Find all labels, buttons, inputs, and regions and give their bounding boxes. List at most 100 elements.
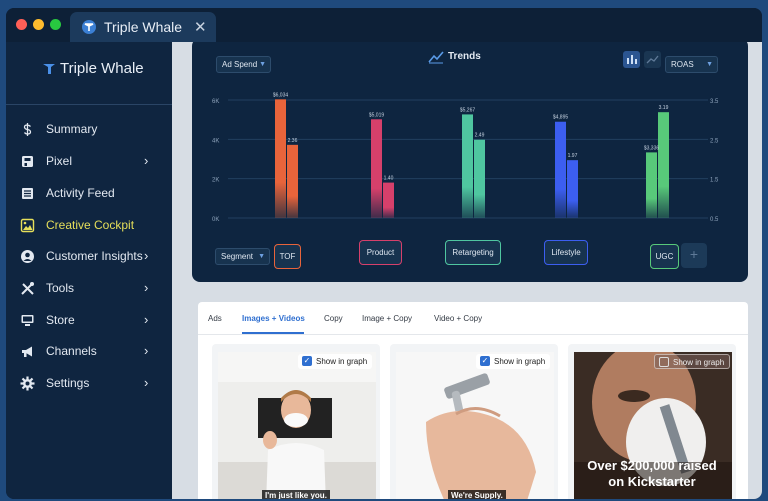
sidebar-item-pixel[interactable]: Pixel › (6, 148, 172, 176)
show-in-graph-label: Show in graph (316, 357, 368, 366)
maximize-window-button[interactable] (50, 19, 61, 30)
segment-button-ugc[interactable]: UGC (650, 244, 679, 269)
main-content: Ad Spend ▼ Trends ROAS ▼ 6K 3.5 4K 2.5 2… (172, 42, 762, 499)
sidebar-item-label: Creative Cockpit (46, 218, 135, 232)
show-in-graph-toggle[interactable]: ✓ Show in graph (298, 354, 373, 369)
triple-whale-logo-icon (43, 64, 55, 74)
sidebar-item-label: Pixel (46, 154, 73, 168)
tab-image-copy[interactable]: Image + Copy (362, 314, 412, 323)
sidebar-item-label: Channels (46, 344, 97, 358)
bar-roas-retargeting[interactable] (474, 139, 485, 218)
bar-value-label: 2.49 (475, 133, 485, 139)
bar-value-label: $4,895 (553, 115, 569, 121)
creative-image (218, 352, 376, 499)
tab-ads[interactable]: Ads (208, 314, 222, 323)
sidebar-item-label: Store (46, 313, 75, 327)
segment-select[interactable]: Segment ▼ (215, 248, 270, 265)
segment-select-value: Segment (221, 252, 254, 261)
browser-window: Triple Whale ✕ Triple Whale Summary Pixel… (6, 8, 762, 499)
sidebar-item-label: Summary (46, 122, 98, 136)
segment-button-tof[interactable]: TOF (274, 244, 301, 269)
sidebar-item-creative-cockpit[interactable]: Creative Cockpit (6, 212, 172, 240)
sidebar-item-label: Settings (46, 376, 90, 390)
tabs-divider (198, 334, 748, 335)
bar-value-label: $5,267 (460, 107, 476, 113)
dollar-icon (20, 122, 35, 137)
tab-copy[interactable]: Copy (324, 314, 343, 323)
tools-icon (20, 281, 35, 296)
sidebar-item-customer-insights[interactable]: Customer Insights › (6, 243, 172, 271)
bar-ad-spend-ugc[interactable] (646, 152, 657, 218)
bar-roas-lifestyle[interactable] (567, 160, 578, 218)
y-axis-left-tick: 0K (212, 217, 219, 223)
bar-roas-product[interactable] (383, 182, 394, 218)
chevron-right-icon: › (144, 280, 149, 295)
creative-overlay-line-2: on Kickstarter (608, 474, 696, 489)
megaphone-icon (20, 344, 35, 359)
tab-images-videos[interactable]: Images + Videos (242, 314, 305, 323)
tab-title: Triple Whale (104, 19, 183, 35)
show-in-graph-toggle[interactable]: ✓ Show in graph (476, 354, 551, 369)
brand-name: Triple Whale (60, 60, 144, 77)
creative-card-3[interactable]: Show in graph Over $200,000 raised on Ki… (568, 344, 736, 499)
add-segment-button[interactable]: + (681, 243, 707, 268)
bar-ad-spend-tof[interactable] (275, 99, 286, 218)
sidebar-item-label: Activity Feed (46, 186, 115, 200)
list-icon (20, 186, 35, 201)
show-in-graph-toggle[interactable]: Show in graph (654, 354, 731, 369)
title-bar: Triple Whale ✕ (6, 8, 762, 42)
bar-roas-tof[interactable] (287, 144, 298, 218)
bar-ad-spend-lifestyle[interactable] (555, 121, 566, 218)
checkbox-checked-icon: ✓ (302, 356, 312, 366)
sidebar-item-settings[interactable]: Settings › (6, 370, 172, 398)
y-axis-left-tick: 4K (212, 138, 219, 144)
bar-ad-spend-product[interactable] (371, 119, 382, 218)
gear-icon (20, 376, 35, 391)
y-axis-left-tick: 6K (212, 99, 219, 105)
creative-thumbnail[interactable] (218, 352, 376, 499)
user-icon (20, 249, 35, 264)
minimize-window-button[interactable] (33, 19, 44, 30)
checkbox-checked-icon: ✓ (480, 356, 490, 366)
checkbox-unchecked-icon (659, 357, 669, 367)
sidebar-item-summary[interactable]: Summary (6, 116, 172, 144)
creative-card-1[interactable]: ✓ Show in graph I'm just like you. (212, 344, 380, 499)
sidebar-divider (6, 104, 172, 105)
bar-ad-spend-retargeting[interactable] (462, 114, 473, 218)
sidebar: Triple Whale Summary Pixel › Activity Feed C… (6, 42, 172, 499)
bar-value-label: 2.36 (288, 138, 298, 144)
bar-value-label: 1.97 (568, 153, 578, 159)
y-axis-right-tick: 2.5 (710, 138, 719, 144)
y-axis-right-tick: 0.5 (710, 217, 719, 223)
triple-whale-logo-icon (82, 20, 96, 34)
tab-close-icon[interactable]: ✕ (194, 18, 207, 36)
bar-value-label: $3,336 (644, 145, 660, 151)
bar-value-label: $5,019 (369, 112, 385, 118)
sidebar-item-tools[interactable]: Tools › (6, 275, 172, 303)
segment-button-lifestyle[interactable]: Lifestyle (544, 240, 588, 265)
creatives-card: Ads Images + Videos Copy Image + Copy Video … (198, 302, 748, 499)
creative-card-2[interactable]: ✓ Show in graph We're Supply. (390, 344, 558, 499)
creative-overlay-line-1: Over $200,000 raised (587, 458, 717, 473)
chevron-right-icon: › (144, 312, 149, 327)
sidebar-item-activity-feed[interactable]: Activity Feed (6, 180, 172, 208)
creative-image (396, 352, 554, 499)
chevron-right-icon: › (144, 343, 149, 358)
y-axis-right-tick: 1.5 (710, 178, 719, 184)
bar-roas-ugc[interactable] (658, 112, 669, 218)
chevron-down-icon: ▼ (258, 253, 265, 260)
close-window-button[interactable] (16, 19, 27, 30)
chevron-right-icon: › (144, 375, 149, 390)
segment-button-product[interactable]: Product (359, 240, 402, 265)
sidebar-item-label: Customer Insights (46, 249, 143, 263)
store-icon (20, 313, 35, 328)
trends-chart-card: Ad Spend ▼ Trends ROAS ▼ 6K 3.5 4K 2.5 2… (192, 42, 748, 282)
browser-tab[interactable]: Triple Whale ✕ (70, 12, 216, 42)
chevron-right-icon: › (144, 153, 149, 168)
creative-thumbnail[interactable] (396, 352, 554, 499)
sidebar-item-store[interactable]: Store › (6, 307, 172, 335)
tab-video-copy[interactable]: Video + Copy (434, 314, 482, 323)
sidebar-item-label: Tools (46, 281, 75, 295)
sidebar-item-channels[interactable]: Channels › (6, 338, 172, 366)
segment-button-retargeting[interactable]: Retargeting (445, 240, 501, 265)
